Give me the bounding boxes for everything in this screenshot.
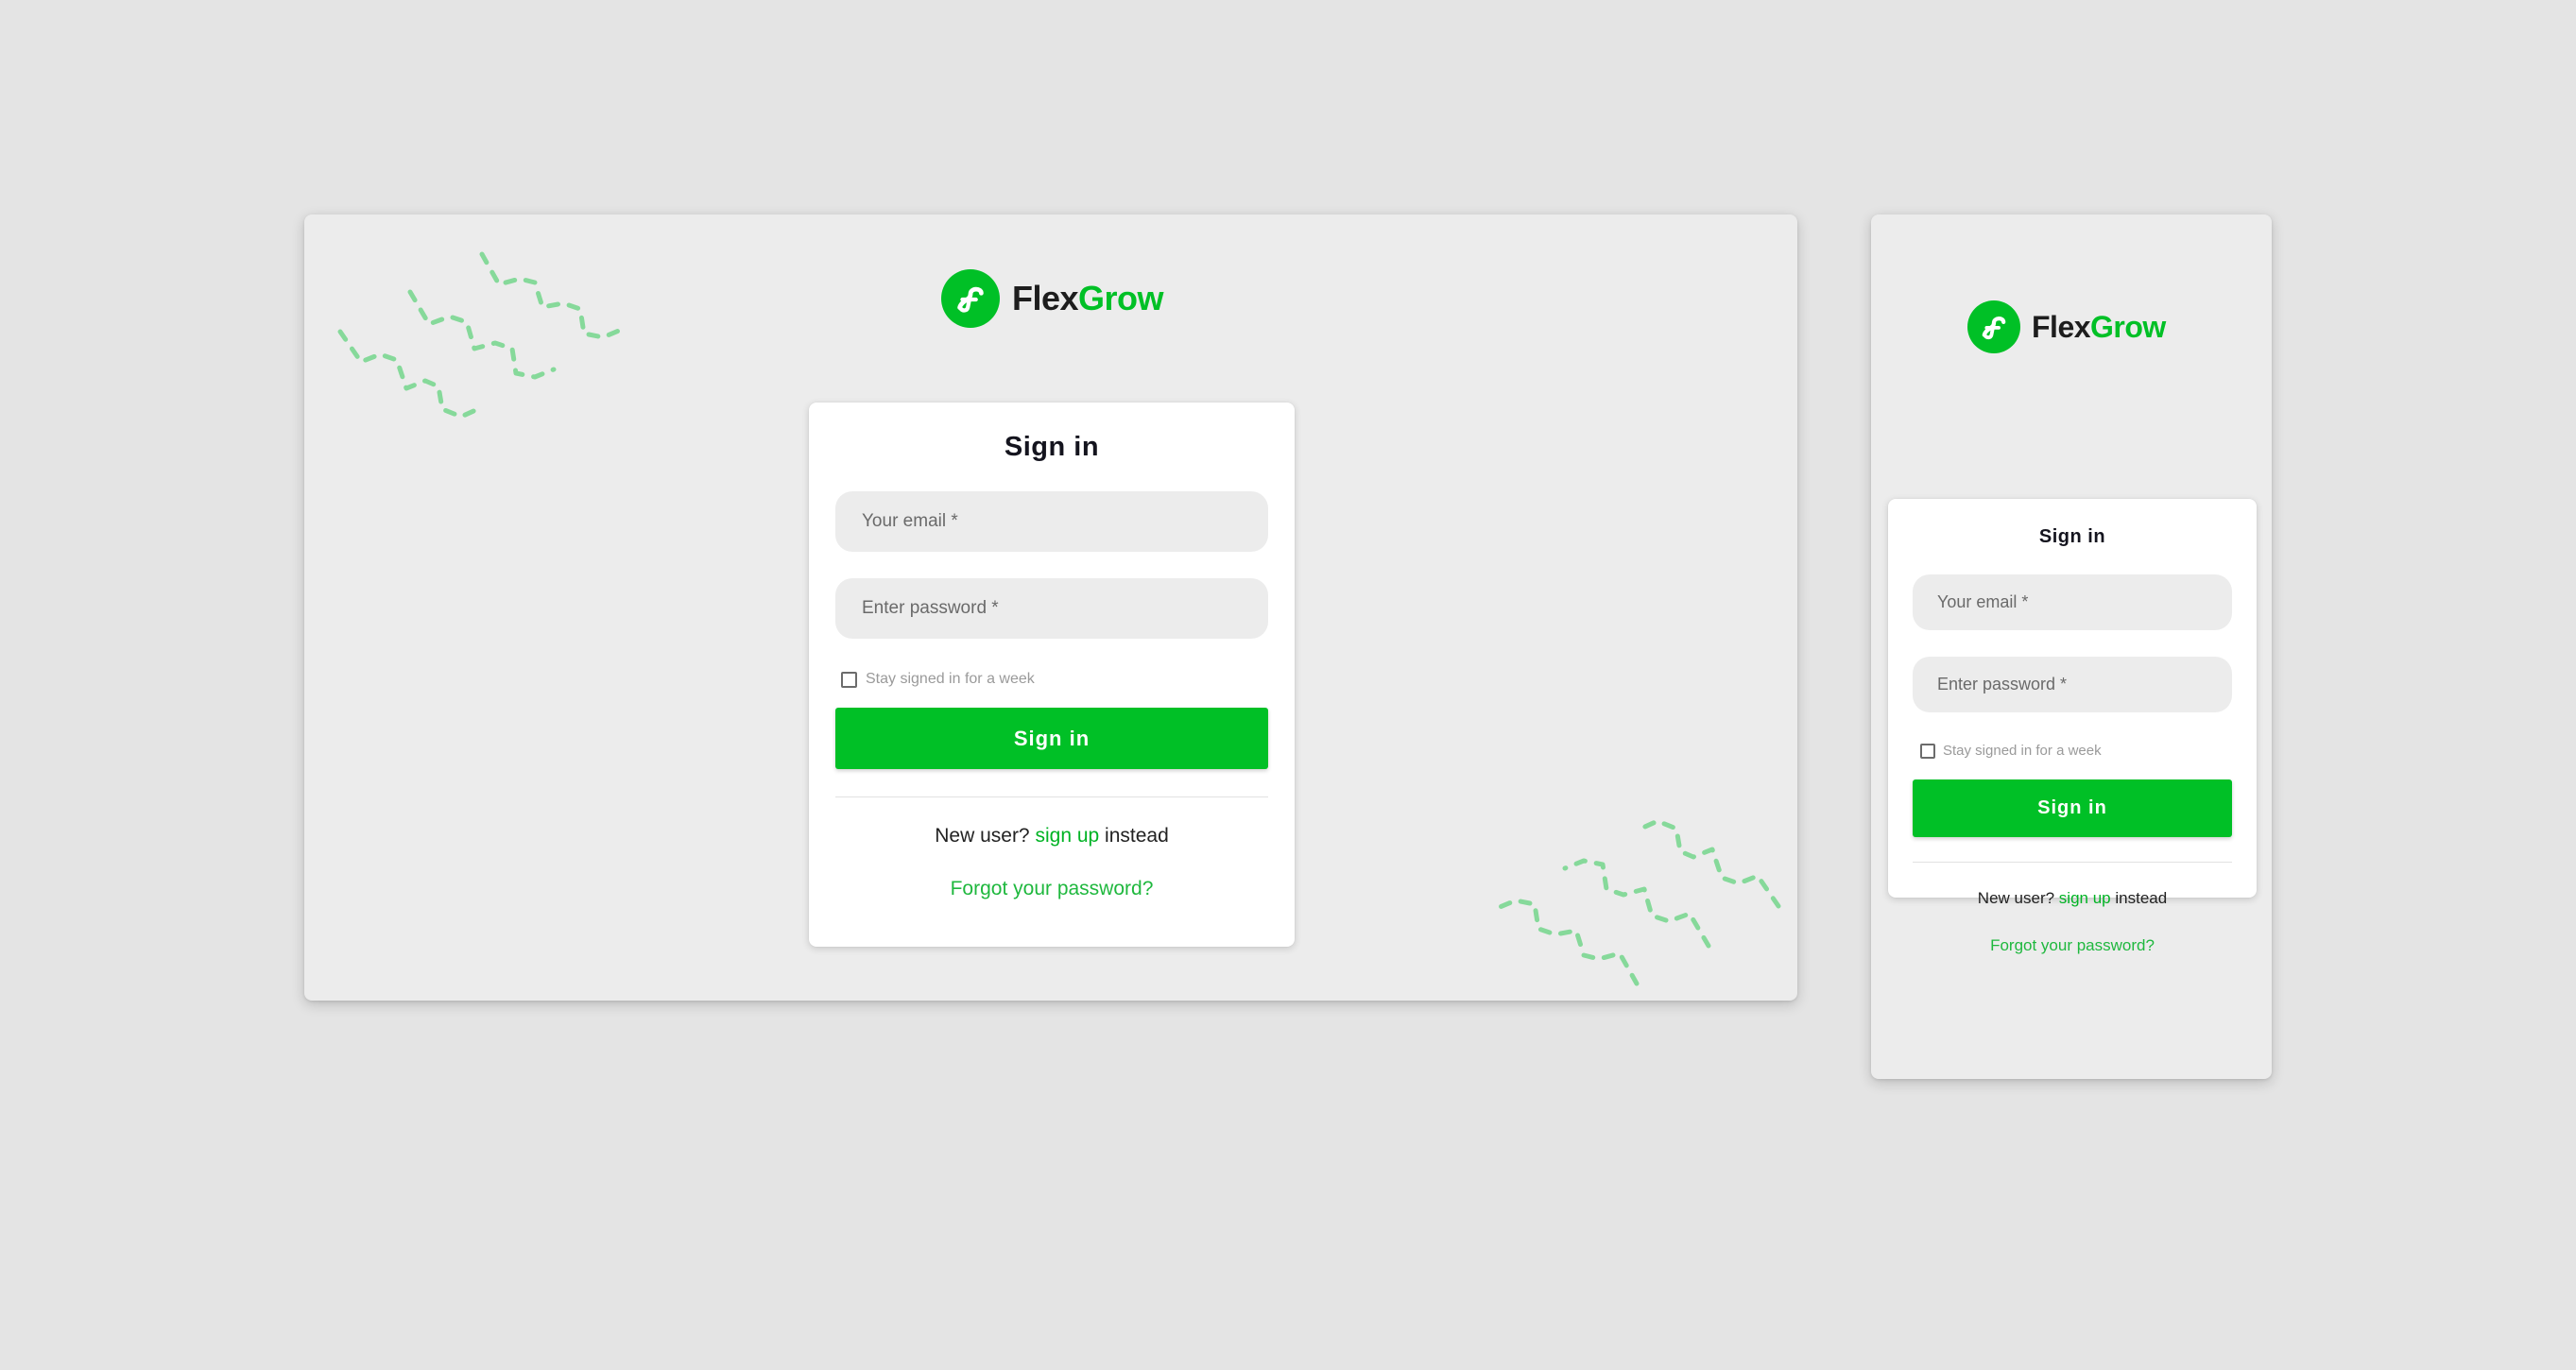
brand-logo: FlexGrow: [941, 269, 1164, 328]
remember-me-row[interactable]: Stay signed in for a week: [1913, 743, 2232, 759]
flexgrow-f-logo-icon: [941, 269, 1000, 328]
forgot-password-link[interactable]: Forgot your password?: [835, 878, 1268, 900]
forgot-password-link[interactable]: Forgot your password?: [1913, 936, 2232, 955]
signin-title: Sign in: [1004, 432, 1100, 462]
signin-card: Sign in Stay signed in for a week Sign i…: [1888, 499, 2257, 954]
new-user-suffix: instead: [2115, 889, 2168, 907]
remember-me-row[interactable]: Stay signed in for a week: [835, 671, 1268, 688]
remember-me-checkbox[interactable]: [841, 671, 857, 688]
new-user-line: New user? sign up instead: [835, 825, 1268, 848]
email-input[interactable]: [835, 491, 1268, 552]
signup-link[interactable]: sign up: [1035, 825, 1099, 847]
mobile-preview-window: FlexGrow Sign in Stay signed in for a we…: [1871, 214, 2272, 1079]
remember-me-label: Stay signed in for a week: [866, 671, 1035, 687]
divider: [835, 796, 1268, 797]
brand-logo: FlexGrow: [1967, 300, 2166, 353]
zigzag-decoration-top-left: [337, 251, 628, 420]
signup-link[interactable]: sign up: [2059, 889, 2111, 907]
remember-me-label: Stay signed in for a week: [1943, 743, 2102, 759]
new-user-suffix: instead: [1105, 825, 1169, 847]
password-input[interactable]: [1913, 657, 2232, 712]
password-input[interactable]: [835, 578, 1268, 639]
new-user-line: New user? sign up instead: [1913, 889, 2232, 908]
signin-card: Sign in Stay signed in for a week Sign i…: [809, 402, 1295, 947]
email-input[interactable]: [1913, 574, 2232, 630]
new-user-prefix: New user?: [935, 825, 1030, 847]
signin-title: Sign in: [2038, 526, 2106, 547]
signin-button[interactable]: Sign in: [835, 708, 1268, 769]
brand-name: FlexGrow: [2032, 309, 2166, 344]
signin-button[interactable]: Sign in: [1913, 779, 2232, 837]
desktop-preview-window: FlexGrow Sign in Stay signed in for a we…: [304, 214, 1797, 1001]
zigzag-decoration-bottom-right: [1490, 819, 1781, 986]
brand-name: FlexGrow: [1012, 279, 1164, 317]
flexgrow-f-logo-icon: [1967, 300, 2020, 353]
remember-me-checkbox[interactable]: [1920, 743, 1935, 759]
divider: [1913, 862, 2232, 863]
new-user-prefix: New user?: [1977, 889, 2055, 907]
